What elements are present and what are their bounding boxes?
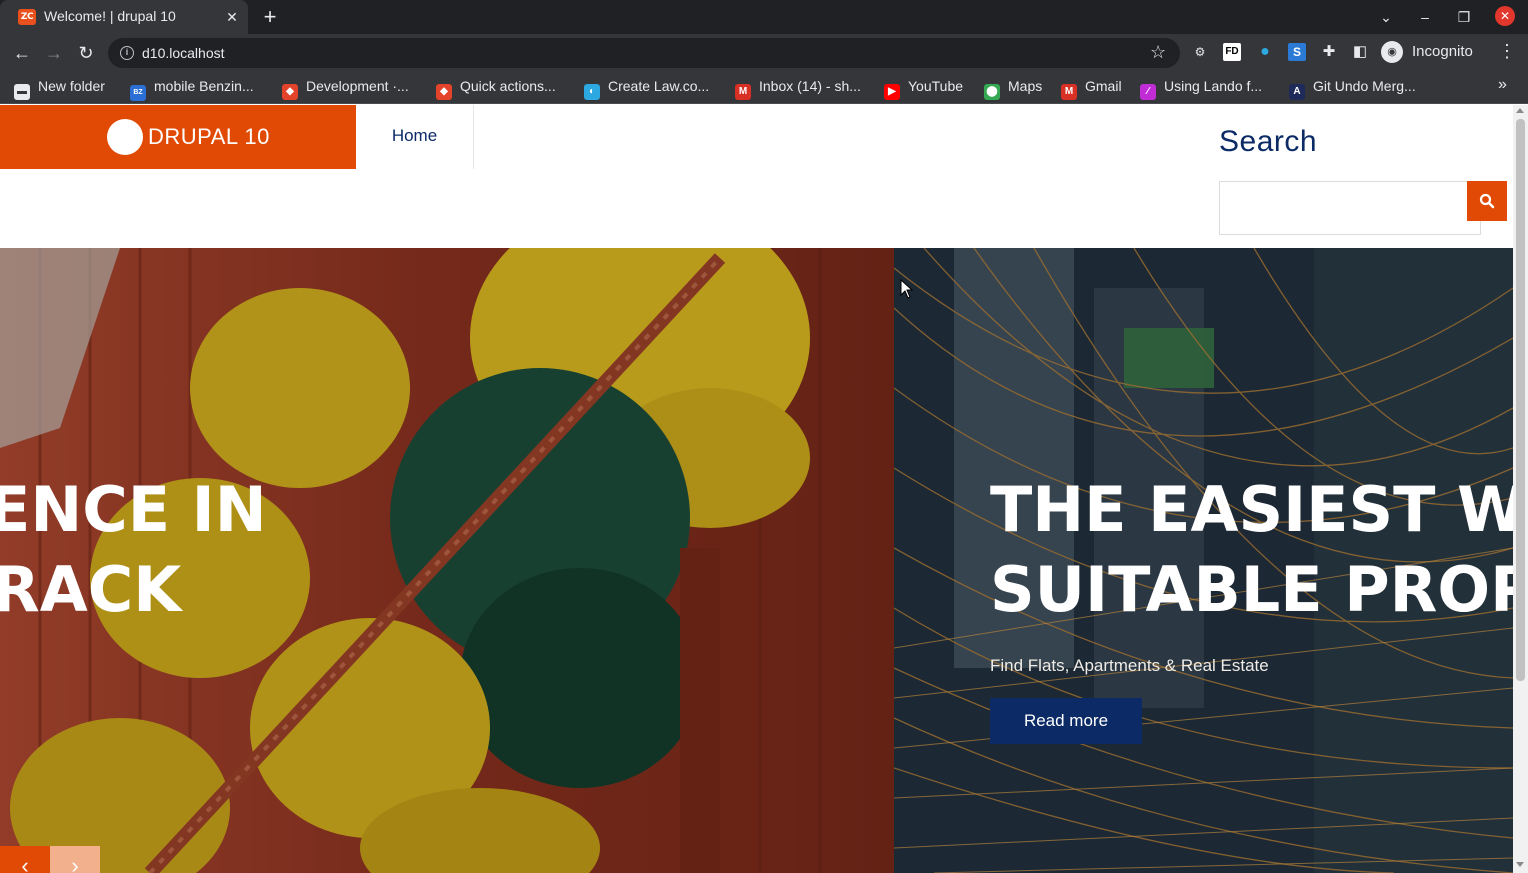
forward-button[interactable]: → — [42, 41, 66, 65]
mouse-cursor-icon — [900, 279, 914, 299]
bz-icon: BZ — [130, 85, 146, 101]
bookmark-label: YouTube — [908, 78, 964, 94]
bookmarks-bar: ▬ New folder BZ mobile Benzin... ◆ Developmen… — [0, 71, 1528, 104]
bookmark-label: Maps — [1008, 78, 1043, 94]
gmail-icon: M — [735, 84, 751, 100]
address-bar[interactable]: i d10.localhost ☆ — [108, 38, 1180, 68]
read-more-button[interactable]: Read more — [990, 698, 1142, 744]
bookmarks-overflow-icon[interactable]: » — [1498, 76, 1507, 94]
bookmark-label: Development ·... — [306, 78, 409, 94]
page-scrollbar[interactable] — [1513, 105, 1528, 873]
browser-menu-icon[interactable]: ⋮ — [1498, 41, 1516, 62]
browser-window: ZC Welcome! | drupal 10 ✕ + ⌄ – ❐ ✕ ← → … — [0, 0, 1528, 873]
gitlab-icon: ◆ — [282, 84, 298, 100]
slide2-heading-line1: THE EASIEST WA — [990, 473, 1513, 546]
extensions-puzzle-icon[interactable]: ✚ — [1320, 43, 1338, 61]
extension-drop-icon[interactable]: ● — [1256, 43, 1274, 61]
slider-next-button[interactable]: › — [50, 846, 100, 873]
reload-button[interactable]: ↻ — [74, 41, 98, 65]
incognito-icon: ◉ — [1381, 41, 1403, 63]
minimize-button[interactable]: – — [1414, 6, 1436, 28]
bookmark-item[interactable]: BZ mobile Benzin... — [130, 78, 254, 101]
bookmark-item[interactable]: ◐ Create Law.co... — [584, 78, 710, 100]
tab-close-icon[interactable]: ✕ — [222, 7, 242, 27]
lando-icon: ∕ — [1140, 84, 1156, 100]
bookmark-label: New folder — [38, 78, 105, 94]
extension-gear-icon[interactable]: ⚙ — [1191, 43, 1209, 61]
incognito-label: Incognito — [1412, 43, 1473, 60]
search-input[interactable] — [1219, 181, 1481, 235]
bookmark-item[interactable]: ◆ Development ·... — [282, 78, 409, 100]
bookmark-label: Inbox (14) - sh... — [759, 78, 861, 94]
site-favicon-icon: ZC — [18, 9, 36, 25]
folder-icon: ▬ — [14, 84, 30, 100]
gmail-icon: M — [1061, 84, 1077, 100]
slide1-heading-line2: RACK — [0, 553, 182, 626]
git-icon: A — [1289, 84, 1305, 100]
page-viewport: DRUPAL 10 Home Search ENCE IN RACK THE E… — [0, 105, 1528, 873]
extension-fd-icon[interactable]: FD — [1223, 43, 1241, 61]
search-submit-button[interactable] — [1467, 181, 1507, 221]
scroll-down-arrow-icon[interactable] — [1516, 862, 1524, 867]
bookmark-label: Quick actions... — [460, 78, 556, 94]
url-text[interactable]: d10.localhost — [142, 45, 225, 61]
bookmark-star-icon[interactable]: ☆ — [1150, 42, 1166, 63]
bookmark-label: Git Undo Merg... — [1313, 78, 1416, 94]
slide-sparks: THE EASIEST WA SUITABLE PROPE Find Flats… — [894, 248, 1513, 873]
hero-slider: ENCE IN RACK THE EASIEST WA SUITABLE PRO… — [0, 248, 1513, 873]
tab-active[interactable]: ZC Welcome! | drupal 10 ✕ — [0, 0, 248, 34]
bookmark-label: Using Lando f... — [1164, 78, 1263, 94]
bookmark-item[interactable]: ▬ New folder — [14, 78, 105, 100]
tab-search-chevron-icon[interactable]: ⌄ — [1375, 6, 1397, 28]
bookmark-label: Create Law.co... — [608, 78, 710, 94]
slide1-heading-line1: ENCE IN — [0, 473, 267, 546]
new-tab-button[interactable]: + — [258, 4, 282, 30]
slide2-heading-line2: SUITABLE PROPE — [990, 553, 1513, 626]
site-logo-text: DRUPAL 10 — [148, 124, 270, 149]
bookmark-item[interactable]: A Git Undo Merg... — [1289, 78, 1416, 100]
slide-hard-hats: ENCE IN RACK — [0, 248, 894, 873]
site-logo-link[interactable]: DRUPAL 10 — [0, 105, 356, 169]
restore-button[interactable]: ❐ — [1453, 6, 1475, 28]
side-panel-icon[interactable]: ◧ — [1351, 43, 1369, 61]
site-logo-icon — [107, 119, 143, 155]
site-info-icon[interactable]: i — [120, 46, 134, 60]
search-icon — [1479, 193, 1495, 209]
search-block-title: Search — [1219, 125, 1318, 158]
scroll-up-arrow-icon[interactable] — [1516, 108, 1524, 113]
bookmark-item[interactable]: ∕ Using Lando f... — [1140, 78, 1263, 100]
maps-icon: ⬤ — [984, 84, 1000, 100]
drupal-icon: ◐ — [584, 84, 600, 100]
bookmark-item[interactable]: ⬤ Maps — [984, 78, 1043, 100]
gitlab-icon: ◆ — [436, 84, 452, 100]
bookmark-item[interactable]: M Inbox (14) - sh... — [735, 78, 861, 100]
tab-strip: ZC Welcome! | drupal 10 ✕ + ⌄ – ❐ ✕ — [0, 0, 1528, 34]
bookmark-item[interactable]: ▶ YouTube — [884, 78, 964, 100]
bookmark-label: mobile Benzin... — [154, 78, 254, 94]
scrollbar-thumb[interactable] — [1516, 119, 1525, 681]
youtube-icon: ▶ — [884, 84, 900, 100]
bookmark-item[interactable]: M Gmail — [1061, 78, 1122, 100]
bookmark-label: Gmail — [1085, 78, 1122, 94]
window-close-button[interactable]: ✕ — [1495, 6, 1515, 26]
browser-toolbar: ← → ↻ i d10.localhost ☆ ⚙ FD ● S ✚ ◧ ◉ I… — [0, 34, 1528, 71]
bookmark-item[interactable]: ◆ Quick actions... — [436, 78, 556, 100]
extension-s-icon[interactable]: S — [1288, 43, 1306, 61]
slider-prev-button[interactable]: ‹ — [0, 846, 50, 873]
back-button[interactable]: ← — [10, 41, 34, 65]
slide2-subtitle: Find Flats, Apartments & Real Estate — [990, 656, 1269, 675]
nav-item-home[interactable]: Home — [356, 105, 474, 169]
tab-title: Welcome! | drupal 10 — [44, 8, 176, 24]
